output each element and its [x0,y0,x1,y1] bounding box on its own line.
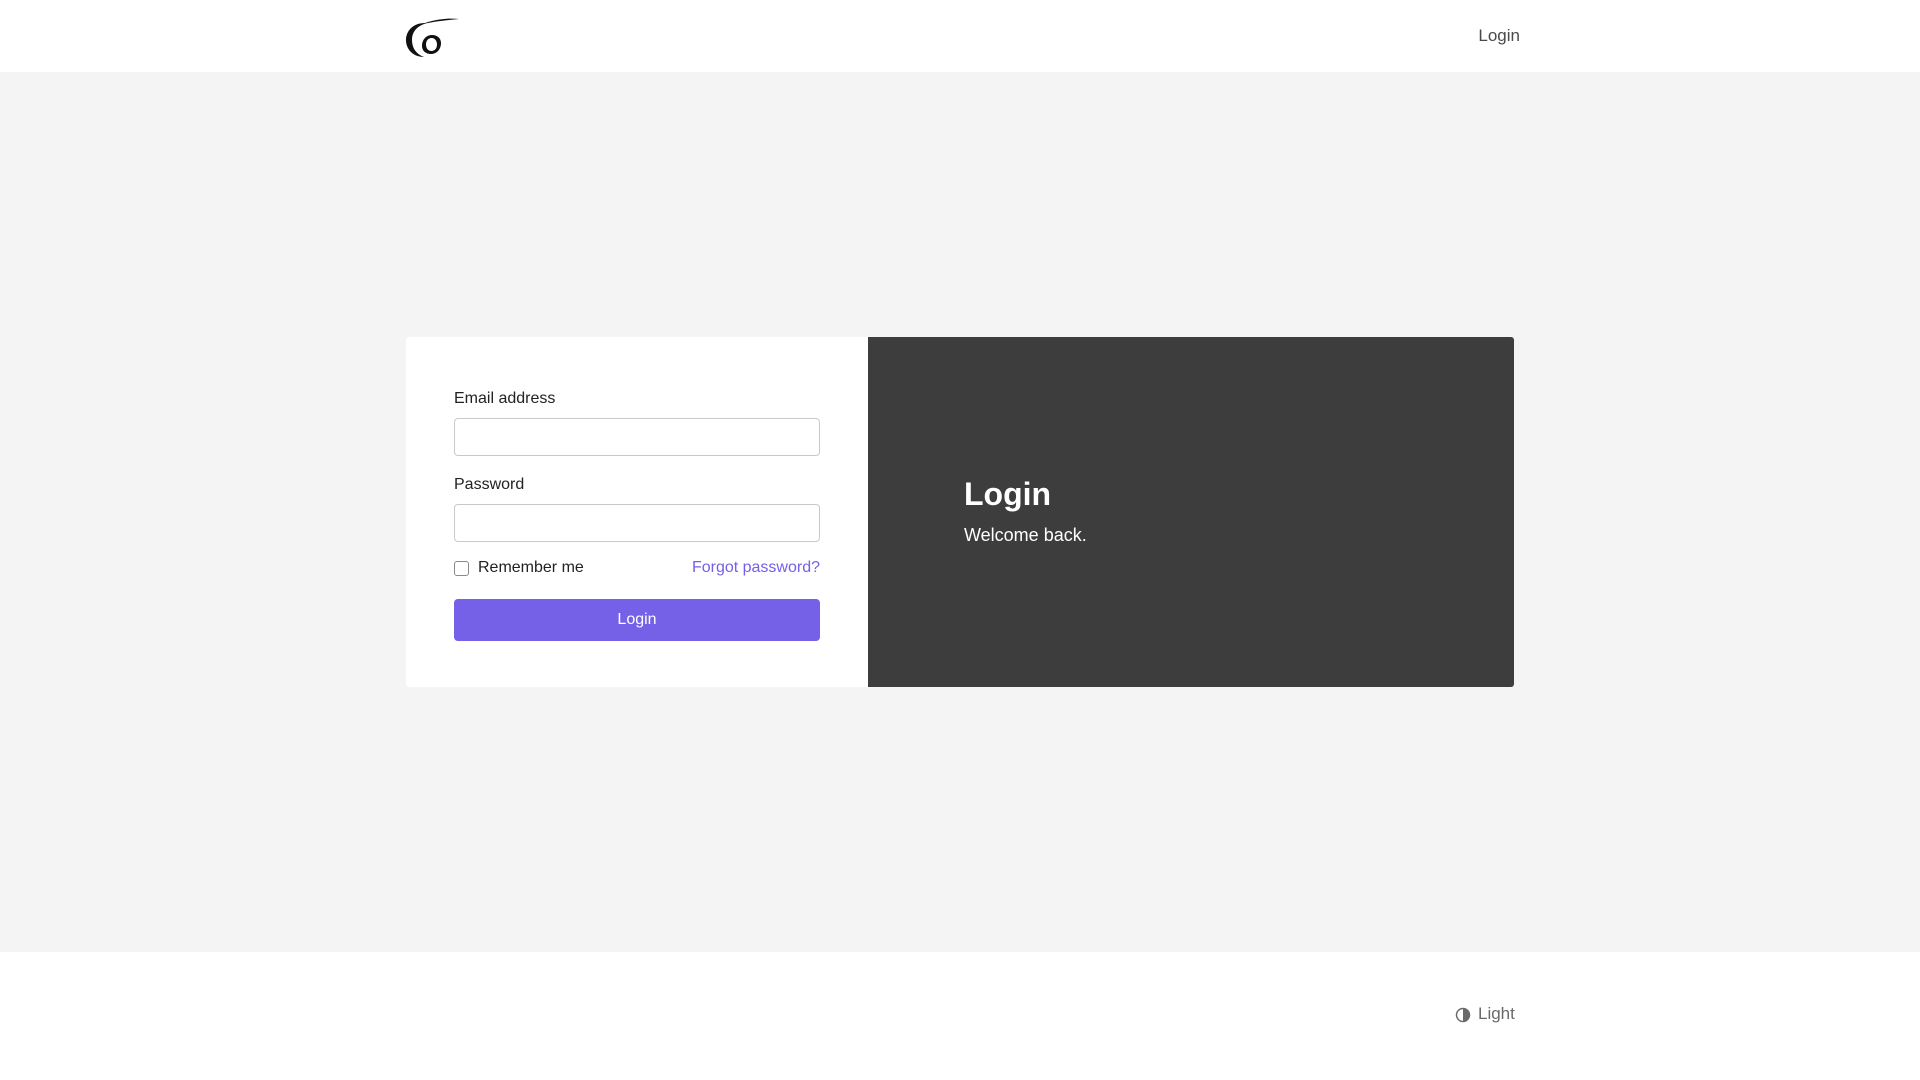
email-field[interactable] [454,418,820,456]
welcome-panel: Login Welcome back. [868,337,1514,687]
welcome-title: Login [964,476,1052,512]
email-label: Email address [454,390,556,407]
nav-login-link[interactable]: Login [1420,24,1520,48]
swirl-logo-icon [406,18,459,57]
theme-toggle-button[interactable]: Light [1450,1004,1516,1024]
remember-me-checkbox[interactable] [454,561,469,576]
remember-me-label[interactable]: Remember me [478,557,584,579]
welcome-subtitle: Welcome back. [964,525,1087,545]
password-field[interactable] [454,504,820,542]
forgot-password-link[interactable]: Forgot password? [692,557,820,579]
theme-toggle-label: Light [1478,1004,1515,1023]
site-logo[interactable] [405,13,461,59]
login-submit-button[interactable]: Login [454,599,820,641]
password-label: Password [454,476,525,493]
page-footer: Light [0,952,1920,1080]
half-circle-contrast-icon [1455,1007,1471,1023]
login-card: Email address Password Remember me Forgo… [406,337,1514,687]
remember-row: Remember me Forgot password? [454,557,820,579]
main-content: Email address Password Remember me Forgo… [0,72,1920,952]
top-header: Login [0,0,1920,72]
login-form-panel: Email address Password Remember me Forgo… [406,337,868,687]
